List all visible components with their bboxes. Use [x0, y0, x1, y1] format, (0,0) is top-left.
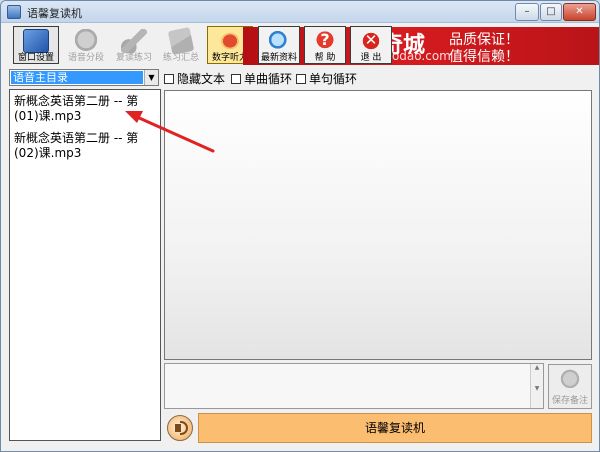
annotation-arrow — [125, 111, 215, 153]
annotation-arrow-shaft — [135, 115, 215, 153]
app-window: 语馨复读机 – □ ✕ 窗口设置 语音分段 复读练习 练习汇总 数字听力 man… — [0, 0, 600, 452]
